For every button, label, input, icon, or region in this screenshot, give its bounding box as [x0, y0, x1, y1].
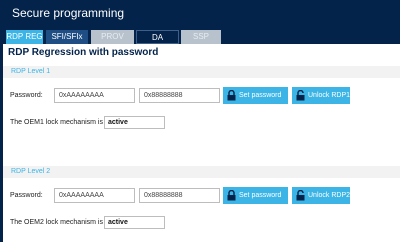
section-header-level1 — [3, 66, 400, 78]
lock-text-level2: The OEM2 lock mechanism is — [10, 219, 103, 226]
section-label-level2: RDP Level 2 — [11, 168, 51, 175]
lock-status-level1: active — [104, 116, 165, 129]
set-password-button-level2[interactable]: Set password — [223, 187, 288, 204]
page-title: RDP Regression with password — [8, 47, 159, 58]
password1-input-level1[interactable] — [54, 88, 135, 103]
set-password-label-level1: Set password — [239, 92, 282, 99]
password1-input-level2[interactable] — [54, 188, 135, 203]
tab-bar: RDP REG SFI/SFIx PROV DA SSP — [3, 27, 400, 44]
unlock-rdp2-label: Unlock RDP2 — [308, 192, 351, 199]
unlock-icon — [296, 190, 305, 201]
left-sidebar-strip — [0, 27, 3, 242]
lock-status-level2: active — [104, 216, 165, 229]
window-title: Secure programming — [12, 6, 125, 20]
unlock-rdp1-label: Unlock RDP1 — [308, 92, 351, 99]
tab-sfi-sfix[interactable]: SFI/SFIx — [46, 30, 88, 44]
tab-ssp[interactable]: SSP — [181, 30, 221, 44]
unlock-rdp1-button[interactable]: Unlock RDP1 — [292, 87, 350, 104]
unlock-icon — [296, 90, 305, 101]
tab-rdp-reg[interactable]: RDP REG — [6, 30, 43, 44]
set-password-button-level1[interactable]: Set password — [223, 87, 288, 104]
password-label-level2: Password: — [10, 192, 43, 199]
lock-text-level1: The OEM1 lock mechanism is — [10, 119, 103, 126]
password-label-level1: Password: — [10, 92, 43, 99]
lock-icon — [227, 90, 236, 101]
tab-da[interactable]: DA — [136, 30, 179, 44]
password2-input-level2[interactable] — [139, 188, 220, 203]
password2-input-level1[interactable] — [139, 88, 220, 103]
section-header-level2 — [3, 166, 400, 178]
unlock-rdp2-button[interactable]: Unlock RDP2 — [292, 187, 350, 204]
tab-prov[interactable]: PROV — [91, 30, 134, 44]
section-label-level1: RDP Level 1 — [11, 68, 51, 75]
app-header: Secure programming — [0, 0, 400, 27]
lock-icon — [227, 190, 236, 201]
set-password-label-level2: Set password — [239, 192, 282, 199]
